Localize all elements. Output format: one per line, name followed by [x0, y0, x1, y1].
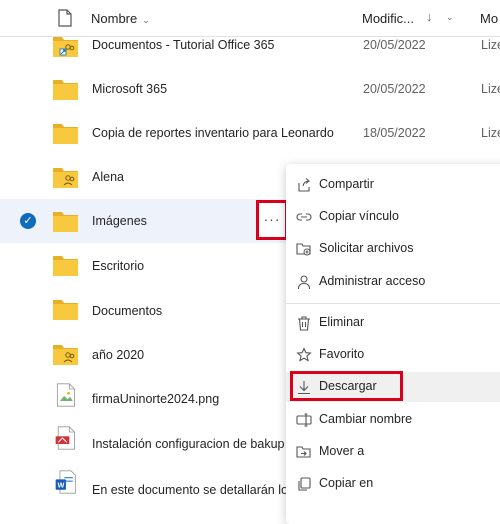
- file-name[interactable]: Microsoft 365: [92, 82, 167, 96]
- star-icon: [296, 347, 312, 362]
- menu-item-label: Compartir: [319, 177, 374, 191]
- list-item[interactable]: Documentos - Tutorial Office 365 20/05/2…: [0, 24, 500, 68]
- shared-folder-icon: [53, 168, 78, 188]
- highlight-annotation: [290, 371, 403, 401]
- menu-item-label: Solicitar archivos: [319, 241, 414, 255]
- menu-item-copiar-en[interactable]: Copiar en: [286, 469, 500, 499]
- file-name[interactable]: Alena: [92, 170, 124, 184]
- modified-by: Lize: [481, 126, 500, 140]
- shared-folder-icon: [53, 345, 78, 365]
- chevron-down-icon[interactable]: ⌄: [446, 12, 454, 23]
- menu-item-cambiar-nombre[interactable]: Cambiar nombre: [286, 405, 500, 435]
- file-name[interactable]: Imágenes: [92, 214, 147, 228]
- file-name[interactable]: firmaUninorte2024.png: [92, 392, 219, 406]
- word-file-icon: W: [55, 470, 76, 494]
- menu-item-label: Favorito: [319, 347, 365, 361]
- folder-icon: [53, 300, 78, 320]
- image-file-icon: [56, 383, 75, 407]
- menu-item-label: Administrar acceso: [319, 274, 426, 288]
- menu-divider: [286, 303, 500, 304]
- menu-item-solicitar-archivos[interactable]: Solicitar archivos: [286, 234, 500, 264]
- menu-item-copiar-vinculo[interactable]: Copiar vínculo: [286, 202, 500, 232]
- menu-item-label: Copiar en: [319, 476, 374, 490]
- pdf-file-icon: [55, 426, 75, 450]
- menu-item-mover-a[interactable]: Mover a: [286, 437, 500, 467]
- shared-folder-icon: [53, 37, 78, 57]
- file-name[interactable]: año 2020: [92, 348, 144, 362]
- modified-by: Lize: [481, 38, 500, 52]
- copy-icon: [298, 477, 311, 491]
- share-icon: [298, 178, 310, 192]
- request-files-icon: [296, 243, 311, 256]
- folder-icon: [53, 256, 78, 276]
- svg-text:W: W: [58, 481, 65, 490]
- modified-date: 18/05/2022: [363, 126, 426, 140]
- folder-icon: [53, 212, 78, 232]
- menu-item-label: Eliminar: [319, 315, 365, 329]
- file-name[interactable]: En este documento se detallarán lo: [92, 483, 288, 497]
- file-name[interactable]: Documentos - Tutorial Office 365: [92, 38, 275, 52]
- list-item[interactable]: Copia de reportes inventario para Leonar…: [0, 111, 500, 155]
- menu-item-label: Cambiar nombre: [319, 412, 413, 426]
- menu-item-favorito[interactable]: Favorito: [286, 340, 500, 370]
- modified-by: Lize: [481, 82, 500, 96]
- menu-item-administrar-acceso[interactable]: Administrar acceso: [286, 267, 500, 297]
- context-menu: Compartir Copiar vínculo Solicitar archi…: [286, 164, 500, 524]
- file-name[interactable]: Documentos: [92, 304, 162, 318]
- file-name[interactable]: Escritorio: [92, 259, 144, 273]
- folder-icon: [53, 124, 78, 144]
- trash-icon: [298, 316, 310, 331]
- file-name[interactable]: Instalación configuracion de bakup: [92, 437, 285, 451]
- move-icon: [296, 446, 311, 458]
- menu-item-label: Mover a: [319, 444, 365, 458]
- sort-arrow-icon[interactable]: ↓: [426, 9, 433, 24]
- link-icon: [296, 213, 312, 221]
- person-icon: [297, 275, 311, 290]
- menu-item-label: Copiar vínculo: [319, 209, 399, 223]
- menu-item-eliminar[interactable]: Eliminar: [286, 308, 500, 338]
- more-actions-button[interactable]: ···: [256, 200, 288, 240]
- file-name[interactable]: Copia de reportes inventario para Leonar…: [92, 126, 334, 140]
- list-item[interactable]: Microsoft 365 20/05/2022 Lize: [0, 67, 500, 111]
- rename-icon: [296, 413, 312, 427]
- menu-item-compartir[interactable]: Compartir: [286, 170, 500, 200]
- modified-date: 20/05/2022: [363, 82, 426, 96]
- folder-icon: [53, 80, 78, 100]
- selected-check-icon[interactable]: ✓: [20, 213, 36, 229]
- modified-date: 20/05/2022: [363, 38, 426, 52]
